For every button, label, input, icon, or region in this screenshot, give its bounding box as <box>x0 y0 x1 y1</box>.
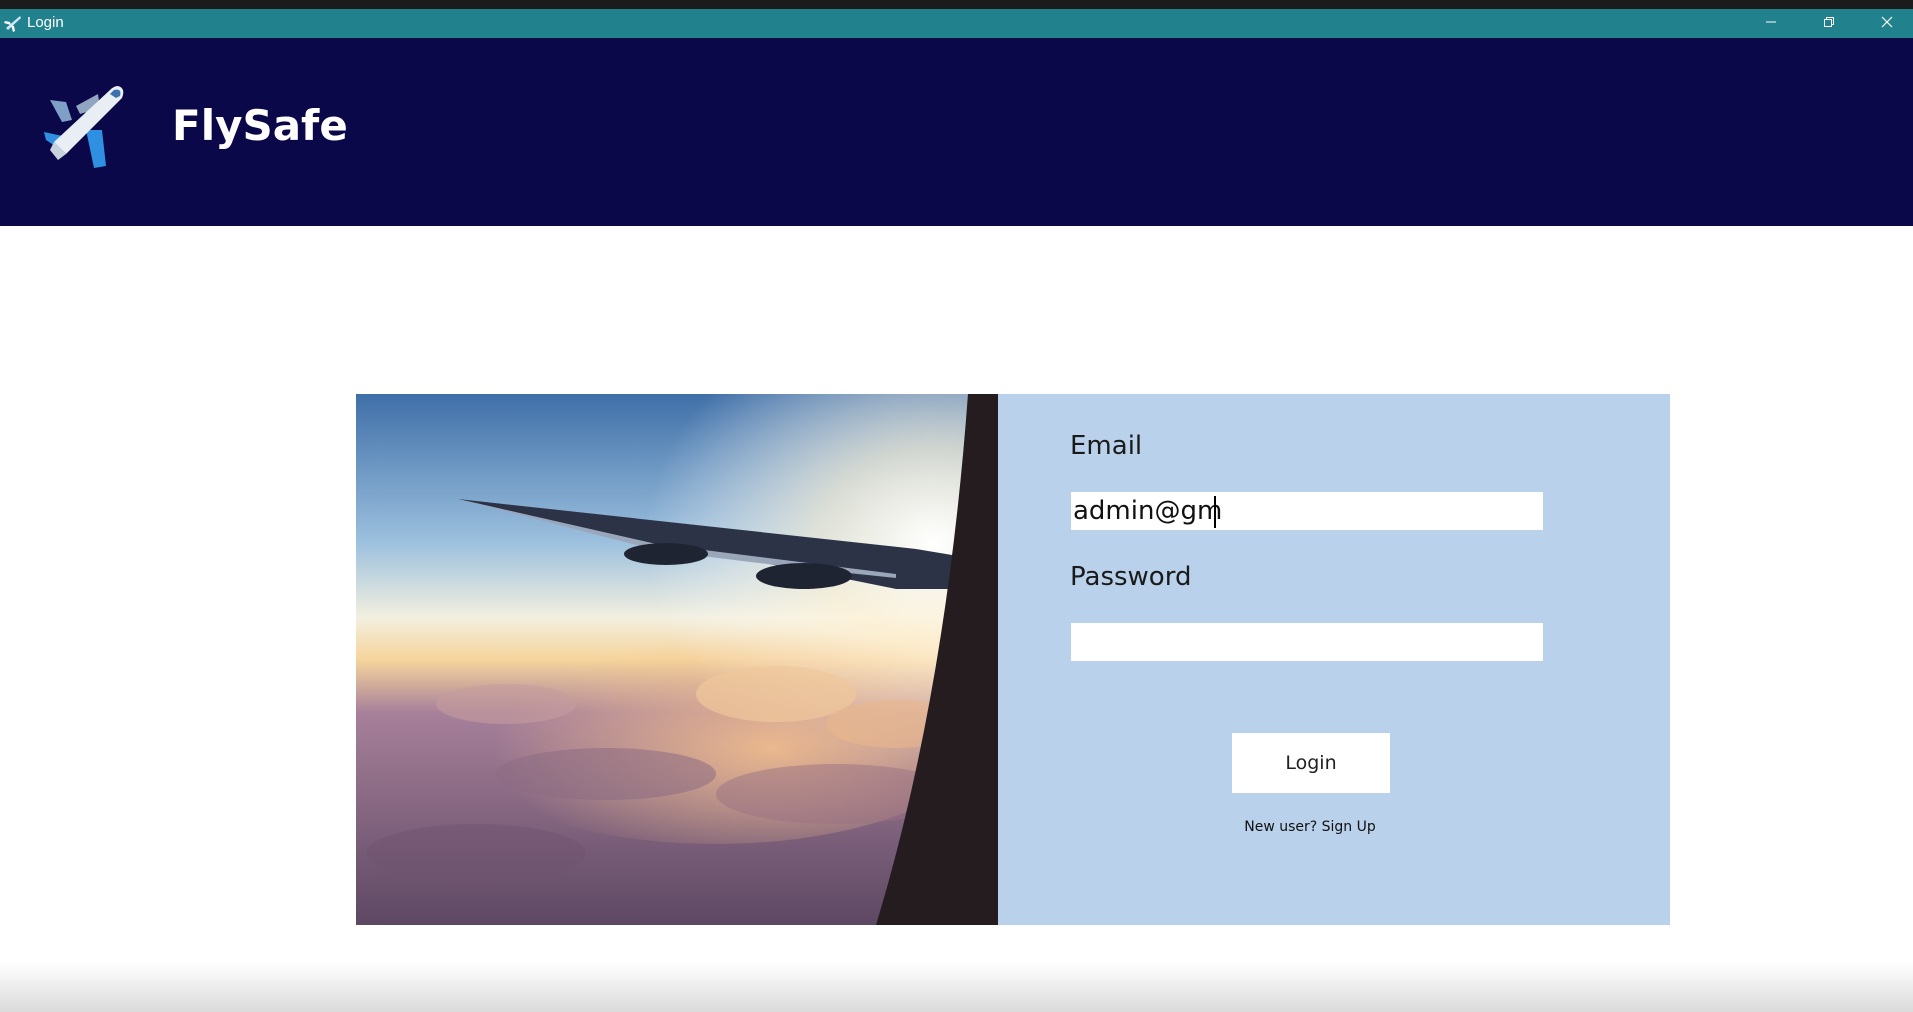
bottom-edge <box>0 962 1913 1012</box>
text-caret <box>1214 496 1216 528</box>
airplane-icon <box>3 13 23 33</box>
login-card: Email Password Login New user? Sign Up <box>356 394 1670 925</box>
app-header: FlySafe <box>0 38 1913 226</box>
window-title: Login <box>27 14 64 31</box>
minimize-button[interactable] <box>1742 9 1800 38</box>
airplane-wing-photo <box>356 394 998 925</box>
password-label: Password <box>1070 562 1192 592</box>
email-label: Email <box>1070 431 1143 461</box>
airplane-logo-icon <box>36 80 128 172</box>
close-icon <box>1881 15 1893 33</box>
login-button[interactable]: Login <box>1232 733 1390 793</box>
restore-button[interactable] <box>1800 9 1858 38</box>
email-field[interactable] <box>1071 492 1543 530</box>
login-form-panel: Email Password Login New user? Sign Up <box>998 394 1670 925</box>
restore-icon <box>1823 15 1835 33</box>
screen-top-edge <box>0 0 1913 9</box>
close-button[interactable] <box>1858 9 1913 38</box>
signup-link[interactable]: New user? Sign Up <box>1148 819 1472 835</box>
title-bar[interactable]: Login <box>0 9 1913 38</box>
login-window: Login FlySafe Email admin@gm Password Lo… <box>0 0 1913 1012</box>
brand-name: FlySafe <box>172 101 348 150</box>
minimize-icon <box>1765 15 1777 33</box>
password-field[interactable] <box>1071 623 1543 661</box>
